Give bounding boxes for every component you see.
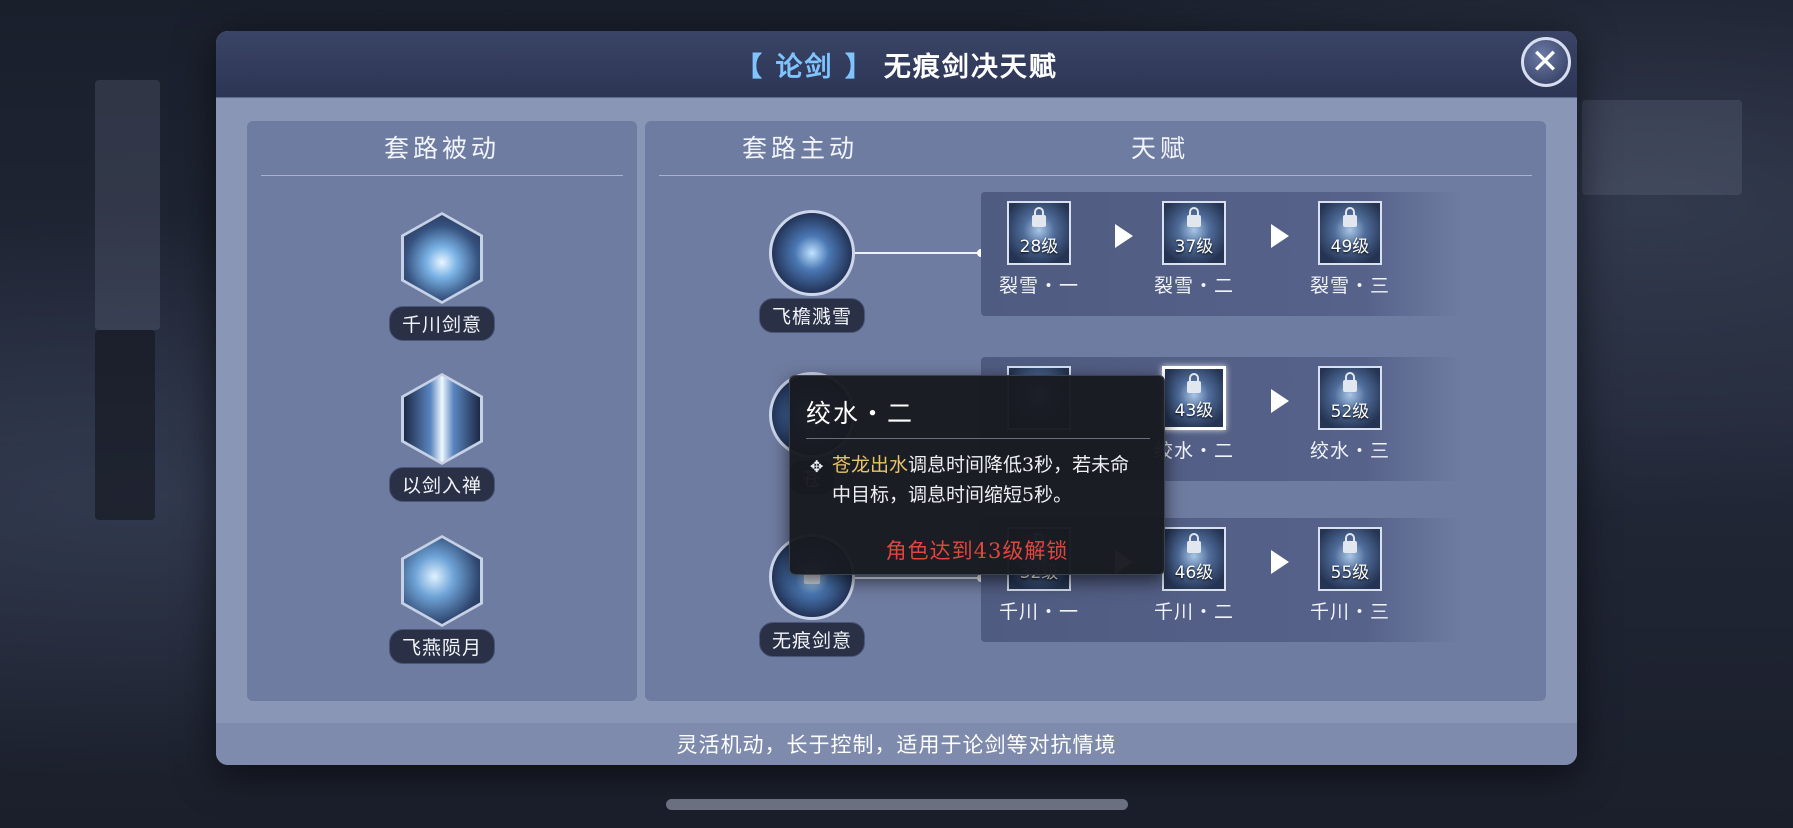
talent-icon: 52级 — [1318, 366, 1382, 430]
skill-icon — [769, 210, 855, 296]
passive-skill-3[interactable]: 飞燕陨月 — [387, 535, 497, 664]
divider — [806, 438, 1150, 439]
skill-label: 飞燕陨月 — [388, 629, 495, 664]
talent-node[interactable]: 55级 千川・三 — [1290, 527, 1410, 624]
talent-node[interactable]: 49级 裂雪・三 — [1290, 201, 1410, 298]
lock-icon — [1187, 533, 1201, 553]
talent-level: 37级 — [1174, 237, 1214, 257]
arrow-right-icon — [1115, 224, 1133, 248]
talent-panel-title: 天赋 — [1130, 134, 1189, 163]
divider — [261, 175, 623, 176]
bullet-icon: ✥ — [810, 457, 824, 476]
talent-icon: 49级 — [1318, 201, 1382, 265]
close-button[interactable]: ✕ — [1521, 37, 1571, 87]
talent-name: 千川・二 — [1153, 601, 1234, 623]
divider — [659, 175, 1532, 176]
skill-icon — [401, 212, 483, 304]
dialog-header: 【 论剑 】 无痕剑决天赋 ✕ — [216, 31, 1577, 98]
tooltip-title: 绞水・二 — [806, 399, 915, 428]
skill-label: 千川剑意 — [388, 306, 495, 341]
skill-connector — [855, 252, 981, 254]
arrow-right-icon — [1271, 550, 1289, 574]
talent-node[interactable]: 52级 绞水・三 — [1290, 366, 1410, 463]
tooltip-description: 苍龙出水调息时间降低3秒，若未命中目标，调息时间缩短5秒。 — [832, 450, 1132, 510]
talent-level: 43级 — [1174, 401, 1214, 421]
talent-name: 千川・三 — [1309, 601, 1390, 623]
title-category: 【 论剑 】 — [735, 51, 874, 83]
skill-connector — [855, 577, 981, 579]
talent-icon: 46级 — [1162, 527, 1226, 591]
lock-icon — [1187, 207, 1201, 227]
talent-level: 46级 — [1174, 563, 1214, 583]
talent-name: 裂雪・三 — [1309, 275, 1390, 297]
talent-level: 49级 — [1330, 237, 1370, 257]
passive-panel-title: 套路被动 — [383, 134, 500, 163]
talent-icon: 37级 — [1162, 201, 1226, 265]
talent-tooltip: 绞水・二 ✥ 苍龙出水调息时间降低3秒，若未命中目标，调息时间缩短5秒。 角色达… — [789, 375, 1165, 575]
talent-icon: 55级 — [1318, 527, 1382, 591]
style-description: 灵活机动，长于控制，适用于论剑等对抗情境 — [216, 723, 1577, 765]
talent-icon: 28级 — [1007, 201, 1071, 265]
unlock-requirement: 角色达到43级解锁 — [885, 539, 1069, 563]
talent-level: 52级 — [1330, 402, 1370, 422]
lock-icon — [1343, 207, 1357, 227]
skill-icon — [401, 535, 483, 627]
active-skill-1[interactable]: 飞檐溅雪 — [757, 210, 867, 333]
talent-level: 55级 — [1330, 563, 1370, 583]
lock-icon — [1343, 372, 1357, 392]
talent-node[interactable]: 37级 裂雪・二 — [1134, 201, 1254, 298]
passive-skill-2[interactable]: 以剑入禅 — [387, 373, 497, 502]
talent-row-1: 28级 裂雪・一 37级 裂雪・二 49级 裂雪・三 — [981, 192, 1461, 316]
skill-highlight: 苍龙出水 — [832, 454, 909, 476]
skill-icon — [401, 373, 483, 465]
skill-label: 飞檐溅雪 — [758, 298, 865, 333]
talent-level: 28级 — [1019, 237, 1059, 257]
passive-panel: 套路被动 千川剑意 以剑入禅 飞燕陨月 — [247, 121, 637, 701]
background-decoration — [1582, 100, 1742, 195]
lock-icon — [1343, 533, 1357, 553]
background-decoration — [95, 80, 160, 330]
active-panel-title: 套路主动 — [741, 134, 858, 163]
talent-name: 绞水・三 — [1309, 440, 1390, 462]
arrow-right-icon — [1271, 389, 1289, 413]
skill-label: 无痕剑意 — [758, 622, 865, 657]
talent-name: 千川・一 — [998, 601, 1079, 623]
lock-icon — [1187, 373, 1201, 393]
lock-icon — [1032, 207, 1046, 227]
dialog-title: 无痕剑决天赋 — [883, 51, 1058, 83]
arrow-right-icon — [1271, 224, 1289, 248]
close-icon: ✕ — [1530, 42, 1562, 82]
home-indicator[interactable] — [666, 799, 1128, 810]
passive-skill-1[interactable]: 千川剑意 — [387, 212, 497, 341]
talent-icon: 43级 — [1162, 366, 1226, 430]
talent-name: 裂雪・二 — [1153, 275, 1234, 297]
skill-label: 以剑入禅 — [388, 467, 495, 502]
background-decoration — [95, 330, 155, 520]
talent-name: 裂雪・一 — [998, 275, 1079, 297]
talent-node[interactable]: 28级 裂雪・一 — [979, 201, 1099, 298]
